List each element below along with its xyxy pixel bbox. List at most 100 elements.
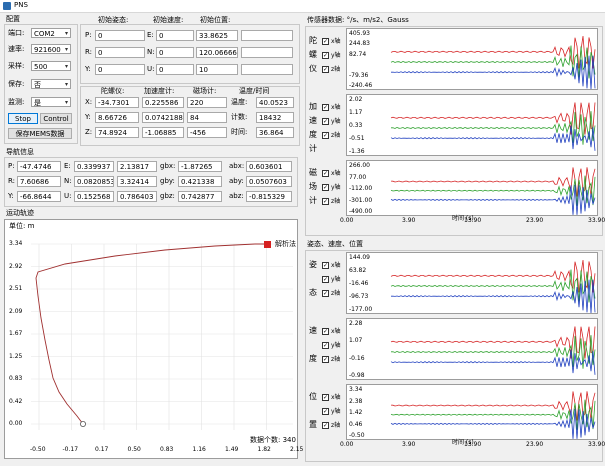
axis-checkbox-label: y轴 bbox=[331, 52, 341, 59]
control-button[interactable]: Control bbox=[40, 113, 72, 124]
track-ytick: 0.42 bbox=[9, 397, 23, 405]
monitor-select[interactable]: 是 ▾ bbox=[31, 97, 71, 107]
track-xtick: 0.50 bbox=[127, 446, 141, 453]
nav-gyro-bias-label: gbx: bbox=[160, 162, 176, 170]
sensor-axis-label: Z: bbox=[85, 128, 93, 136]
nav-velocity-field: 0.0820853 bbox=[74, 176, 114, 187]
axis-checkbox[interactable]: ✓ bbox=[322, 66, 329, 73]
axis-checkbox[interactable]: ✓ bbox=[322, 262, 329, 269]
series-line bbox=[390, 391, 596, 421]
sensor-panel-title: 传感器数据: °/s、m/s2、Gauss bbox=[307, 16, 409, 24]
init-extra-field[interactable] bbox=[241, 64, 293, 75]
track-end-marker bbox=[264, 241, 271, 248]
init-velocity-field[interactable]: 0 bbox=[156, 47, 194, 58]
track-ytick: 0.83 bbox=[9, 375, 23, 382]
plot-name-char: 磁 bbox=[309, 168, 317, 177]
series-line bbox=[390, 269, 596, 303]
sample-select[interactable]: 500 ▾ bbox=[31, 61, 71, 71]
axis-checkbox[interactable]: ✓ bbox=[322, 356, 329, 363]
track-ytick: 2.92 bbox=[9, 262, 23, 270]
init-position-title: 初始位置: bbox=[200, 16, 231, 24]
config-title: 配置 bbox=[6, 15, 20, 23]
plot-name-char: 场 bbox=[309, 182, 317, 191]
app-icon bbox=[3, 2, 11, 10]
init-extra-field[interactable] bbox=[241, 30, 293, 41]
save-value: 否 bbox=[34, 81, 41, 89]
init-attitude-field[interactable]: 0 bbox=[95, 47, 145, 58]
strip-xlabel: 时间 (s) bbox=[452, 439, 474, 446]
stop-button[interactable]: Stop bbox=[8, 113, 38, 124]
init-velocity-label: N: bbox=[147, 48, 155, 56]
init-attitude-field[interactable]: 0 bbox=[95, 30, 145, 41]
axis-checkbox[interactable]: ✓ bbox=[322, 184, 329, 191]
init-extra-field[interactable] bbox=[241, 47, 293, 58]
strip-xtick: 3.90 bbox=[402, 441, 416, 448]
monitor-value: 是 bbox=[34, 99, 41, 107]
plot-name-char: 位 bbox=[309, 392, 317, 401]
plot-name-char: 姿 bbox=[309, 260, 317, 269]
port-select[interactable]: COM2 ▾ bbox=[31, 28, 71, 38]
axis-checkbox[interactable]: ✓ bbox=[322, 290, 329, 297]
track-xtick: 0.83 bbox=[160, 446, 174, 453]
init-attitude-field[interactable]: 0 bbox=[95, 64, 145, 75]
nav-velocity-field: 0.152568 bbox=[74, 191, 114, 202]
series-line bbox=[390, 349, 596, 375]
strip-chart: 144.09 63.82 -16.46 -96.73 -177.00 bbox=[346, 252, 598, 314]
track-ytick: 2.09 bbox=[9, 307, 23, 315]
strip-xtick: 33.90 bbox=[588, 217, 605, 224]
axis-checkbox-label: x轴 bbox=[331, 262, 341, 269]
strip-chart-svg bbox=[390, 259, 596, 313]
nav-accel-bias-field: 0.0507603 bbox=[246, 176, 292, 187]
init-position-field[interactable]: 10 bbox=[196, 64, 238, 75]
init-position-field[interactable]: 33.8625 bbox=[196, 30, 238, 41]
strip-chart: 3.34 2.38 1.42 0.46 -0.50 bbox=[346, 384, 598, 440]
temp-field: 18432 bbox=[256, 112, 294, 123]
nav-accel-bias-label: aby: bbox=[229, 177, 244, 185]
accel-field: -1.06885 bbox=[142, 127, 184, 138]
nav-gyro-bias-field: -1.87265 bbox=[178, 161, 222, 172]
temp-title: 温度/时间 bbox=[239, 87, 270, 95]
nav-title: 导航信息 bbox=[6, 148, 34, 156]
mag-title: 磁场计: bbox=[193, 87, 217, 95]
init-velocity-label: U: bbox=[147, 65, 155, 73]
save-mems-button[interactable]: 保存MEMS数据 bbox=[8, 128, 72, 139]
baud-select[interactable]: 921600 ▾ bbox=[31, 44, 71, 54]
axis-checkbox[interactable]: ✓ bbox=[322, 328, 329, 335]
axis-checkbox[interactable]: ✓ bbox=[322, 104, 329, 111]
axis-checkbox[interactable]: ✓ bbox=[322, 422, 329, 429]
axis-checkbox-label: y轴 bbox=[331, 342, 341, 349]
nav-accel-bias-label: abx: bbox=[229, 162, 245, 170]
nav-gyro-bias-field: 0.742877 bbox=[178, 191, 222, 202]
axis-checkbox[interactable]: ✓ bbox=[322, 52, 329, 59]
nav-panel-title: 姿态、速度、位置 bbox=[307, 240, 363, 248]
save-select[interactable]: 否 ▾ bbox=[31, 79, 71, 89]
axis-checkbox[interactable]: ✓ bbox=[322, 132, 329, 139]
axis-checkbox[interactable]: ✓ bbox=[322, 394, 329, 401]
axis-checkbox-label: z轴 bbox=[331, 66, 341, 73]
axis-checkbox[interactable]: ✓ bbox=[322, 198, 329, 205]
axis-checkbox[interactable]: ✓ bbox=[322, 342, 329, 349]
init-position-field[interactable]: 120.066666 bbox=[196, 47, 238, 58]
accel-field: 0.0742188 bbox=[142, 112, 184, 123]
strip-chart-svg bbox=[390, 167, 596, 215]
temp-field: 36.864 bbox=[256, 127, 294, 138]
axis-checkbox[interactable]: ✓ bbox=[322, 38, 329, 45]
init-velocity-field[interactable]: 0 bbox=[156, 64, 194, 75]
axis-checkbox-label: x轴 bbox=[331, 394, 341, 401]
axis-checkbox-label: y轴 bbox=[331, 408, 341, 415]
axis-checkbox-label: x轴 bbox=[331, 104, 341, 111]
nav-velocity-label: E: bbox=[64, 162, 71, 170]
mag-field: 220 bbox=[187, 97, 227, 108]
init-velocity-field[interactable]: 0 bbox=[156, 30, 194, 41]
axis-checkbox[interactable]: ✓ bbox=[322, 276, 329, 283]
strip-chart-svg bbox=[390, 391, 596, 439]
axis-checkbox-label: y轴 bbox=[331, 118, 341, 125]
accel-title: 加速度计: bbox=[144, 87, 175, 95]
strip-chart: 266.00 77.00 -112.00 -301.00 -490.00 bbox=[346, 160, 598, 216]
nav-velocity-label: U: bbox=[64, 192, 72, 200]
axis-checkbox[interactable]: ✓ bbox=[322, 408, 329, 415]
axis-checkbox[interactable]: ✓ bbox=[322, 170, 329, 177]
axis-checkbox-label: y轴 bbox=[331, 276, 341, 283]
axis-checkbox[interactable]: ✓ bbox=[322, 118, 329, 125]
strip-chart-svg bbox=[390, 102, 596, 151]
